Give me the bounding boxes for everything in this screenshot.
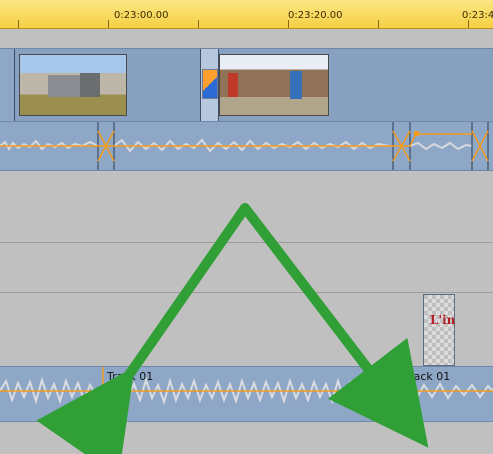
ruler-tick bbox=[18, 20, 19, 28]
audio-track-1[interactable] bbox=[0, 121, 493, 171]
clip-label: Track 01 bbox=[107, 370, 154, 383]
video-clip-2[interactable] bbox=[218, 49, 493, 121]
clip-thumbnail bbox=[19, 54, 127, 116]
transition-icon bbox=[202, 69, 218, 99]
ruler-tick bbox=[288, 20, 289, 28]
ruler-time-label: 0:23:00.00 bbox=[114, 10, 169, 21]
ruler-tick bbox=[468, 20, 469, 28]
title-clip[interactable]: L'in bbox=[423, 294, 455, 366]
timeline-ruler[interactable]: 0:23:00.00 0:23:20.00 0:23:4 bbox=[0, 0, 493, 29]
audio-waveform bbox=[0, 122, 493, 170]
audio-track-2[interactable]: Track 01 Track 01 bbox=[0, 366, 493, 422]
ruler-tick bbox=[108, 20, 109, 28]
video-track[interactable] bbox=[0, 48, 493, 122]
track-divider bbox=[0, 292, 493, 293]
clip-label: Track 01 bbox=[404, 370, 451, 383]
ruler-tick bbox=[378, 20, 379, 28]
clip-thumbnail bbox=[219, 54, 329, 116]
ruler-time-label: 0:23:20.00 bbox=[288, 10, 343, 21]
video-clip-1[interactable] bbox=[14, 49, 201, 121]
transition-clip[interactable] bbox=[200, 49, 219, 121]
title-clip-text: L'in bbox=[430, 313, 456, 327]
ruler-time-label: 0:23:4 bbox=[462, 10, 493, 21]
track-divider bbox=[0, 242, 493, 243]
ruler-tick bbox=[198, 20, 199, 28]
